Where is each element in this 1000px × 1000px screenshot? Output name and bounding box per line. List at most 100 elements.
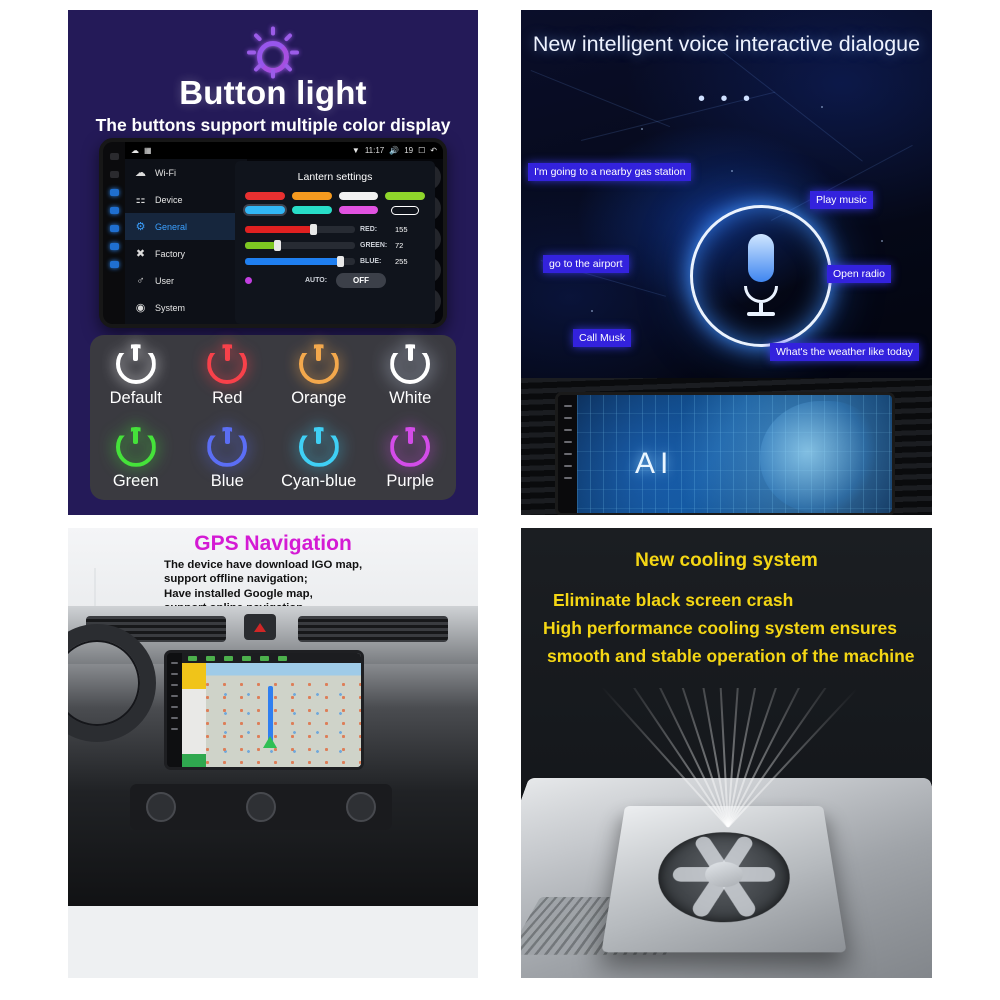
panel-title: GPS Navigation bbox=[194, 532, 352, 555]
slider-red[interactable]: RED: 155 bbox=[245, 224, 425, 235]
color-option-label: Orange bbox=[291, 389, 347, 408]
climate-knob-fan[interactable] bbox=[146, 792, 176, 822]
auto-row: AUTO: OFF bbox=[245, 273, 425, 288]
slider-track[interactable] bbox=[245, 240, 355, 251]
swatch-cyan[interactable] bbox=[291, 206, 332, 214]
status-bar: ☁ ▦ ▼ 11:17 🔊 19 ☐ ↶ bbox=[125, 142, 443, 159]
climate-control-panel[interactable] bbox=[130, 784, 392, 830]
power-icon bbox=[390, 426, 431, 467]
device-side-buttons[interactable] bbox=[558, 395, 577, 513]
color-option-purple[interactable]: Purple bbox=[365, 418, 457, 501]
typing-dots: • • • bbox=[697, 88, 756, 110]
lantern-settings-dialog: Lantern settings RED: 155 GREEN: 72 BLUE… bbox=[235, 161, 435, 324]
sidebar-item-user[interactable]: ♂ User bbox=[125, 267, 247, 294]
sun-ring bbox=[257, 41, 289, 73]
color-option-cyan-blue[interactable]: Cyan-blue bbox=[273, 418, 365, 501]
voice-suggestion-bubble[interactable]: I'm going to a nearby gas station bbox=[528, 163, 692, 181]
sidebar-item-system[interactable]: ◉ System bbox=[125, 294, 247, 321]
panel-title: New intelligent voice interactive dialog… bbox=[532, 32, 921, 56]
climate-knob-temp[interactable] bbox=[346, 792, 376, 822]
sidebar-item-label: Wi-Fi bbox=[155, 167, 176, 178]
climate-knob-mode[interactable] bbox=[246, 792, 276, 822]
voice-suggestion-bubble[interactable]: go to the airport bbox=[543, 255, 629, 273]
color-option-label: Blue bbox=[210, 471, 244, 490]
panel-voice-assistant: New intelligent voice interactive dialog… bbox=[521, 10, 932, 515]
slider-value: 72 bbox=[395, 241, 404, 250]
color-preview-dot bbox=[245, 277, 252, 284]
swatch-cyan-blue[interactable] bbox=[245, 206, 285, 214]
sidebar-item-general[interactable]: ⚙ General bbox=[125, 213, 247, 240]
swatch-orange[interactable] bbox=[291, 192, 332, 200]
sidebar-item-device[interactable]: ⚏ Device bbox=[125, 186, 247, 213]
car-interior-photo bbox=[68, 606, 478, 906]
power-icon bbox=[298, 344, 339, 385]
nav-sidebar bbox=[182, 663, 206, 767]
slider-track[interactable] bbox=[245, 256, 355, 267]
sidebar-item-label: Factory bbox=[155, 248, 186, 259]
tools-icon: ✖ bbox=[135, 248, 146, 260]
device-screen: AI bbox=[577, 395, 892, 513]
fan-hub bbox=[704, 861, 744, 888]
microphone-icon[interactable] bbox=[690, 205, 832, 347]
device-icon: ⚏ bbox=[135, 194, 146, 206]
microphone-glyph bbox=[744, 234, 778, 316]
power-icon bbox=[207, 426, 248, 467]
air-vent-right bbox=[298, 616, 448, 642]
swatch-purple[interactable] bbox=[338, 206, 379, 214]
back-icon[interactable]: ↶ bbox=[430, 146, 437, 155]
color-option-default[interactable]: Default bbox=[90, 335, 182, 418]
color-option-red[interactable]: Red bbox=[182, 335, 274, 418]
head-unit-device: ☁ ▦ ▼ 11:17 🔊 19 ☐ ↶ ☁ Wi-Fi ⚏ Device ⚙ … bbox=[99, 138, 447, 328]
panel-description-line: High performance cooling system ensures bbox=[543, 618, 897, 638]
settings-menu: ☁ Wi-Fi ⚏ Device ⚙ General ✖ Factory ♂ U… bbox=[125, 159, 247, 324]
panel-button-light: Button light The buttons support multipl… bbox=[68, 10, 478, 515]
color-option-blue[interactable]: Blue bbox=[182, 418, 274, 501]
voice-suggestion-bubble[interactable]: Open radio bbox=[827, 265, 891, 283]
slider-label: GREEN: bbox=[360, 242, 388, 249]
device-screen: ☁ ▦ ▼ 11:17 🔊 19 ☐ ↶ ☁ Wi-Fi ⚏ Device ⚙ … bbox=[125, 142, 443, 324]
power-icon bbox=[207, 344, 248, 385]
navigation-map[interactable] bbox=[182, 663, 361, 767]
auto-toggle-button[interactable]: OFF bbox=[336, 273, 387, 288]
sidebar-item-factory[interactable]: ✖ Factory bbox=[125, 240, 247, 267]
sidebar-item-label: Device bbox=[155, 194, 183, 205]
panel-description-line: Eliminate black screen crash bbox=[553, 590, 794, 610]
color-option-white[interactable]: White bbox=[365, 335, 457, 418]
swatch-green[interactable] bbox=[385, 192, 425, 200]
loop-icon[interactable] bbox=[385, 206, 425, 216]
voice-suggestion-bubble[interactable]: Call Musk bbox=[573, 329, 632, 347]
slider-green[interactable]: GREEN: 72 bbox=[245, 240, 425, 251]
panel-subtitle: The buttons support multiple color displ… bbox=[95, 115, 451, 135]
home-icon[interactable]: ☁ bbox=[131, 146, 139, 155]
device-side-buttons[interactable] bbox=[103, 142, 125, 324]
swatch-white[interactable] bbox=[338, 192, 379, 200]
slider-track[interactable] bbox=[245, 224, 355, 235]
sidebar-item-wifi[interactable]: ☁ Wi-Fi bbox=[125, 159, 247, 186]
recents-icon[interactable]: ☐ bbox=[418, 146, 425, 155]
position-arrow bbox=[262, 735, 277, 748]
slider-label: RED: bbox=[360, 226, 378, 233]
panel-title: Button light bbox=[179, 74, 367, 111]
cooling-fan-icon bbox=[521, 688, 932, 978]
volume-icon: 🔊 bbox=[389, 146, 400, 155]
slider-label: BLUE: bbox=[360, 258, 382, 265]
product-feature-collage: Button light The buttons support multipl… bbox=[0, 0, 1000, 1000]
slider-blue[interactable]: BLUE: 255 bbox=[245, 256, 425, 267]
sidebar-item-label: System bbox=[155, 302, 186, 313]
color-swatch-grid bbox=[245, 192, 425, 216]
hazard-button[interactable] bbox=[244, 614, 276, 640]
voice-suggestion-bubble[interactable]: Play music bbox=[810, 191, 873, 209]
voice-suggestion-bubble[interactable]: What's the weather like today bbox=[770, 343, 919, 361]
color-option-orange[interactable]: Orange bbox=[273, 335, 365, 418]
status-volume: 19 bbox=[404, 146, 414, 155]
color-option-green[interactable]: Green bbox=[90, 418, 182, 501]
color-options-grid: Default Red Orange White Green Blue Cyan… bbox=[90, 335, 456, 500]
panel-cooling-system: New cooling system Eliminate black scree… bbox=[521, 528, 932, 978]
head-unit-device bbox=[164, 650, 364, 770]
device-screen bbox=[182, 653, 361, 767]
color-option-label: Green bbox=[112, 471, 159, 490]
apps-icon[interactable]: ▦ bbox=[144, 146, 152, 155]
swatch-red[interactable] bbox=[245, 192, 285, 200]
device-side-buttons[interactable] bbox=[167, 653, 182, 767]
description-line: The device have download IGO map, bbox=[164, 559, 363, 571]
